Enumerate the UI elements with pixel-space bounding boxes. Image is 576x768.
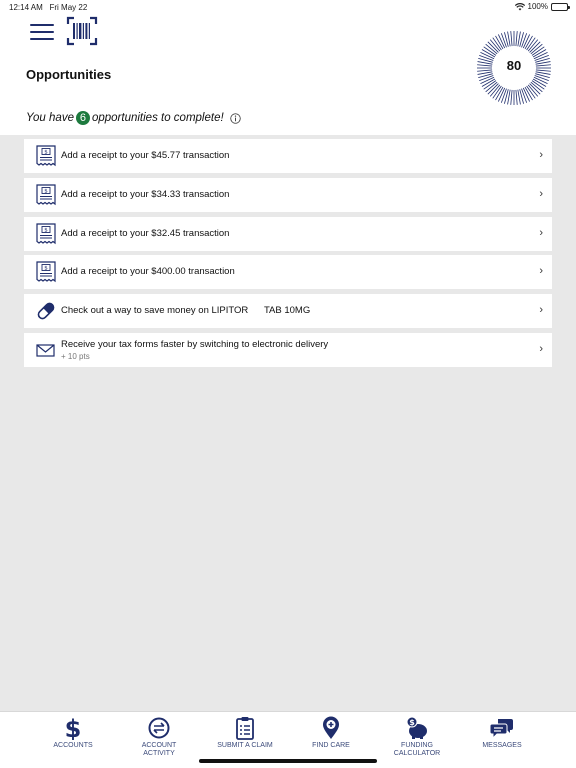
svg-text:$: $ [44,188,48,194]
clipboard-icon [236,717,254,740]
tab-label: FUNDING CALCULATOR [393,742,441,757]
chevron-right-icon: › [539,226,543,239]
tab-messages[interactable]: MESSAGES [462,716,542,764]
chat-icon [490,719,513,740]
status-time-date: 12:14 AM Fri May 22 [9,3,87,12]
tab-account-activity[interactable]: ACCOUNT ACTIVITY [119,716,199,764]
opportunity-item-receipt-45-77[interactable]: $ Add a receipt to your $45.77 transacti… [24,139,552,173]
tab-label: FIND CARE [312,742,350,749]
receipt-icon: $ [36,261,56,283]
svg-text:$: $ [44,266,48,272]
hamburger-menu-icon[interactable] [30,22,56,42]
status-bar: 12:14 AM Fri May 22 100% [0,0,576,14]
chevron-right-icon: › [539,265,543,278]
receipt-icon: $ [36,145,56,167]
transfer-icon [148,717,170,739]
opportunity-list: $ Add a receipt to your $45.77 transacti… [24,139,552,372]
battery-percent: 100% [527,2,548,11]
tab-funding-calculator[interactable]: $ FUNDING CALCULATOR [377,716,457,764]
opportunity-text: Add a receipt to your $34.33 transaction [61,188,230,200]
opportunity-item-receipt-400-00[interactable]: $ Add a receipt to your $400.00 transact… [24,255,552,290]
wifi-icon [514,2,525,10]
opportunity-summary: You have 6 opportunities to complete! [26,111,241,125]
chevron-right-icon: › [539,342,543,355]
map-pin-icon [323,716,339,739]
svg-text:$: $ [65,716,82,740]
tab-find-care[interactable]: FIND CARE [291,716,371,764]
score-value: 80 [506,58,522,73]
opportunity-text: Add a receipt to your $45.77 transaction [61,150,230,161]
opportunity-item-receipt-32-45[interactable]: $ Add a receipt to your $32.45 transacti… [24,216,552,251]
opportunity-item-electronic-delivery[interactable]: Receive your tax forms faster by switchi… [24,332,552,367]
opportunity-item-lipitor-savings[interactable]: Check out a way to save money on LIPITOR… [24,294,552,329]
opportunity-text: Receive your tax forms faster by switchi… [61,338,329,350]
tab-label: ACCOUNTS [53,742,93,749]
barcode-scanner-icon[interactable] [66,16,98,46]
tab-label: ACCOUNT ACTIVITY [141,742,177,757]
opportunity-points: + 10 pts [61,351,90,361]
opportunity-count-badge: 6 [75,111,90,125]
svg-text:$: $ [44,150,48,156]
tab-label: SUBMIT A CLAIM [217,742,273,749]
chevron-right-icon: › [539,304,543,317]
status-indicators: 100% [514,2,570,11]
svg-text:$: $ [409,718,415,727]
dollar-icon: $ [65,716,82,740]
summary-prefix: You have [26,112,74,124]
battery-icon [551,2,570,11]
status-date: Fri May 22 [49,3,88,12]
summary-suffix: opportunities to complete! [91,112,224,124]
svg-text:$: $ [44,227,48,233]
envelope-icon [36,344,55,357]
receipt-icon: $ [36,222,56,244]
opportunity-text: Add a receipt to your $400.00 transactio… [61,266,235,278]
receipt-icon: $ [36,184,56,205]
home-indicator [199,759,377,763]
header: Opportunities 80 You have 6 opportunitie… [0,14,576,135]
page-title: Opportunities [26,67,112,82]
tab-label: MESSAGES [482,742,522,749]
opportunity-item-receipt-34-33[interactable]: $ Add a receipt to your $34.33 transacti… [24,177,552,212]
info-icon[interactable] [229,112,241,124]
status-time: 12:14 AM [9,3,43,12]
chevron-right-icon: › [539,149,543,161]
chevron-right-icon: › [539,187,543,200]
piggy-bank-icon: $ [406,716,427,739]
tab-accounts[interactable]: $ ACCOUNTS [33,716,113,764]
opportunity-text: Check out a way to save money on LIPITOR… [61,305,311,317]
tab-submit-claim[interactable]: SUBMIT A CLAIM [205,716,285,764]
opportunity-text: Add a receipt to your $32.45 transaction [61,227,230,239]
pill-icon [37,302,55,320]
